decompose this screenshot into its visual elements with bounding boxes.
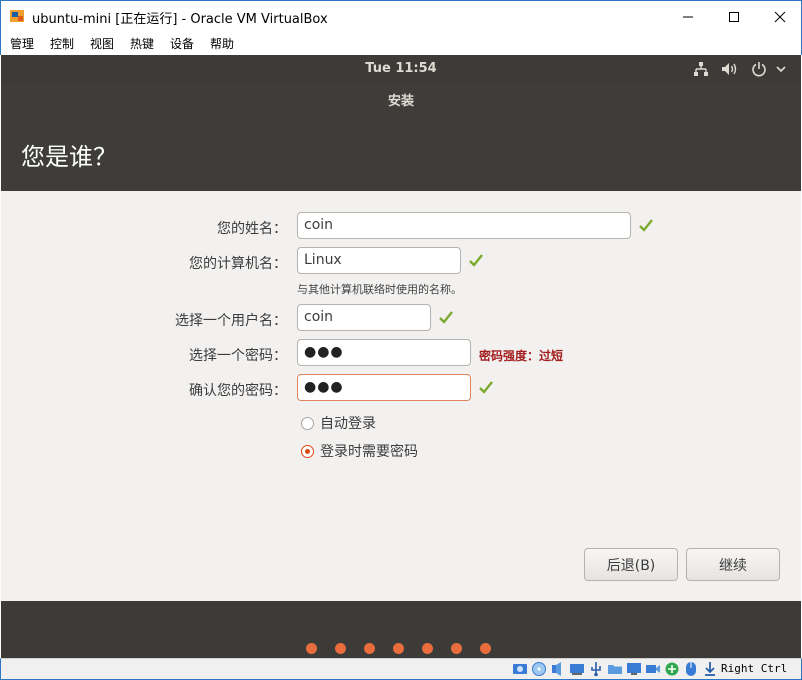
username-label: 选择一个用户名： xyxy=(175,313,287,329)
menu-devices[interactable]: 设备 xyxy=(170,35,194,52)
host-key-label: Right Ctrl xyxy=(721,662,788,675)
host-key-arrow-icon[interactable] xyxy=(702,661,718,677)
password-field[interactable]: ●●● xyxy=(297,339,471,366)
minimize-button[interactable] xyxy=(665,1,711,32)
chevron-down-icon[interactable] xyxy=(775,61,787,77)
video-capture-icon[interactable] xyxy=(645,661,661,677)
maximize-button[interactable] xyxy=(711,1,757,32)
menu-manage[interactable]: 管理 xyxy=(10,35,34,52)
menubar: 管理 控制 视图 热键 设备 帮助 xyxy=(0,31,802,55)
require-password-radio[interactable] xyxy=(301,444,314,458)
display-icon[interactable] xyxy=(626,661,642,677)
menu-hotkey[interactable]: 热键 xyxy=(130,35,154,52)
auto-login-option[interactable]: 自动登录 xyxy=(301,413,376,433)
menu-help[interactable]: 帮助 xyxy=(210,35,234,52)
installer-dialog: 安装 您是谁？ 您的姓名： coin 您的计算机名： Linux 与其他计算机联… xyxy=(1,83,801,658)
network-icon[interactable] xyxy=(693,61,709,77)
window-titlebar: ubuntu-mini [正在运行] - Oracle VM VirtualBo… xyxy=(0,0,802,31)
dialog-body: 您的姓名： coin 您的计算机名： Linux 与其他计算机联络时使用的名称。… xyxy=(1,191,801,601)
progress-step-dot xyxy=(480,643,491,654)
maximize-icon xyxy=(729,11,739,22)
page-heading: 您是谁？ xyxy=(21,143,117,171)
progress-step-dot xyxy=(364,643,375,654)
confirm-password-valid-check-icon xyxy=(479,381,493,394)
username-valid-check-icon xyxy=(439,311,453,324)
window-title: ubuntu-mini [正在运行] - Oracle VM VirtualBo… xyxy=(32,12,328,27)
optical-drive-icon[interactable] xyxy=(531,661,547,677)
vm-statusbar: Right Ctrl xyxy=(0,658,802,680)
computer-name-hint: 与其他计算机联络时使用的名称。 xyxy=(297,283,462,296)
progress-step-dot xyxy=(451,643,462,654)
progress-steps xyxy=(306,643,491,654)
menu-control[interactable]: 控制 xyxy=(50,35,74,52)
progress-step-dot xyxy=(306,643,317,654)
network-adapter-icon[interactable] xyxy=(569,661,585,677)
volume-icon[interactable] xyxy=(721,61,739,77)
close-button[interactable] xyxy=(757,1,802,32)
dialog-title: 安装 xyxy=(387,94,414,109)
password-label: 选择一个密码： xyxy=(189,348,287,364)
vm-device-icons xyxy=(512,661,718,677)
mouse-integration-icon[interactable] xyxy=(683,661,699,677)
progress-step-dot xyxy=(422,643,433,654)
computer-name-field[interactable]: Linux xyxy=(297,247,461,274)
username-field[interactable]: coin xyxy=(297,304,431,331)
hard-disk-icon[interactable] xyxy=(512,661,528,677)
progress-step-dot xyxy=(393,643,404,654)
confirm-password-label: 确认您的密码： xyxy=(189,383,287,399)
usb-icon[interactable] xyxy=(588,661,604,677)
panel-clock[interactable]: Tue 11:54 xyxy=(1,61,801,76)
confirm-password-field[interactable]: ●●● xyxy=(297,374,471,401)
dialog-header: 安装 您是谁？ xyxy=(1,83,801,191)
name-valid-check-icon xyxy=(639,219,653,232)
menu-view[interactable]: 视图 xyxy=(90,35,114,52)
auto-login-label: 自动登录 xyxy=(320,416,376,432)
progress-step-dot xyxy=(335,643,346,654)
guest-screen: Tue 11:54 安装 您是谁？ 您的姓名： coin 您的计算机名： Lin… xyxy=(1,55,801,658)
name-field[interactable]: coin xyxy=(297,212,631,239)
back-button[interactable]: 后退(B) xyxy=(584,548,678,581)
require-password-option[interactable]: 登录时需要密码 xyxy=(301,441,418,461)
virtualization-icon[interactable] xyxy=(664,661,680,677)
close-icon xyxy=(774,11,786,22)
ubuntu-top-panel: Tue 11:54 xyxy=(1,55,801,83)
auto-login-radio[interactable] xyxy=(301,416,314,430)
shared-folders-icon[interactable] xyxy=(607,661,623,677)
computer-name-label: 您的计算机名： xyxy=(189,256,287,272)
virtualbox-app-icon xyxy=(10,10,24,22)
continue-button[interactable]: 继续 xyxy=(686,548,780,581)
name-label: 您的姓名： xyxy=(217,221,287,237)
power-icon[interactable] xyxy=(751,61,767,77)
audio-icon[interactable] xyxy=(550,661,566,677)
password-strength: 密码强度：过短 xyxy=(479,349,564,363)
minimize-icon xyxy=(683,16,693,17)
dialog-footer xyxy=(1,601,801,658)
computer-name-valid-check-icon xyxy=(469,254,483,267)
require-password-label: 登录时需要密码 xyxy=(320,444,418,460)
